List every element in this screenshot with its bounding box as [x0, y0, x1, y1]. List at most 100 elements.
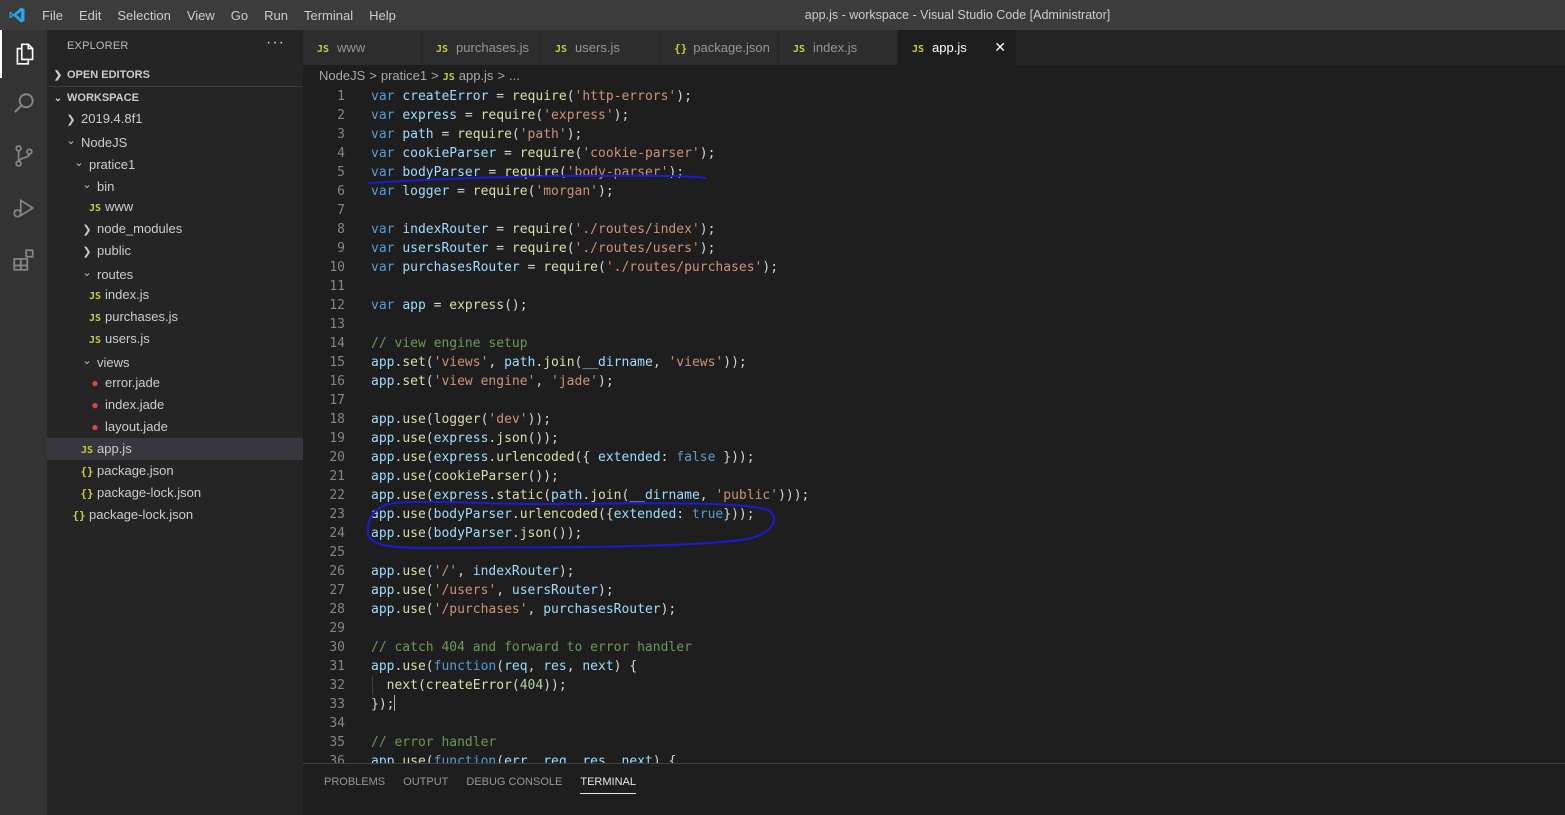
code-token: express	[402, 108, 458, 123]
tree-item[interactable]: ⌄ pratice1	[47, 152, 303, 174]
tree-item[interactable]: JS app.js	[47, 438, 303, 460]
code-line: 24 app.use(bodyParser.json());	[303, 524, 1565, 543]
window-title: app.js - workspace - Visual Studio Code …	[804, 8, 1111, 22]
tab-app-js[interactable]: JS app.js ✕	[898, 30, 1017, 65]
code-token: (	[425, 355, 434, 370]
code-token: );	[598, 374, 614, 389]
tree-item[interactable]: ❯ public	[47, 240, 303, 262]
tree-item[interactable]: {} package-lock.json	[47, 504, 303, 526]
line-number: 1	[337, 89, 345, 104]
workspace-section[interactable]: ⌄ WORKSPACE	[47, 86, 303, 109]
code-token: =	[488, 222, 512, 237]
code-token: =	[449, 184, 473, 199]
code-token: app	[371, 355, 395, 370]
open-editors-section[interactable]: ❯ OPEN EDITORS	[47, 64, 303, 86]
code-token: indexRouter	[472, 564, 559, 579]
code-token: }));	[715, 450, 755, 465]
code-token: ,	[535, 374, 552, 389]
tree-item[interactable]: {} package-lock.json	[47, 482, 303, 504]
tree-item[interactable]: ● error.jade	[47, 372, 303, 394]
close-icon[interactable]: ✕	[994, 30, 1006, 65]
tab-index-js[interactable]: JS index.js	[779, 30, 898, 65]
breadcrumb-item[interactable]: app.js	[459, 68, 494, 83]
code-text: app.use(bodyParser.urlencoded({extended:…	[371, 505, 755, 524]
code-token: require	[511, 222, 567, 237]
breadcrumb: NodeJS > pratice1 > JS app.js >...	[303, 65, 1565, 87]
code-token: );	[613, 108, 630, 123]
tree-item[interactable]: JS index.js	[47, 284, 303, 306]
panel-tab-terminal[interactable]: TERMINAL	[571, 764, 645, 798]
chevron-down-icon: ⌄	[53, 93, 63, 104]
tree-item[interactable]: ❯ 2019.4.8f1	[47, 108, 303, 130]
code-line: 28 app.use('/purchases', purchasesRouter)…	[303, 600, 1565, 619]
line-number: 18	[329, 412, 345, 427]
code-line: 27 app.use('/users', usersRouter);	[303, 581, 1565, 600]
breadcrumb-item[interactable]: pratice1	[381, 68, 427, 83]
chevron-right-icon: ❯	[66, 114, 76, 126]
code-token: ));	[723, 355, 747, 370]
code-token: (	[425, 564, 434, 579]
line-number: 29	[329, 621, 345, 636]
code-line: 4 var cookieParser = require('cookie-pars…	[303, 144, 1565, 163]
code-token: '/'	[433, 564, 458, 579]
code-token: extended	[598, 450, 661, 465]
code-token: (	[566, 222, 575, 237]
breadcrumb-item[interactable]: ...	[509, 68, 520, 83]
tab-package-json[interactable]: {} package.json	[660, 30, 779, 65]
code-token: 'view engine'	[433, 374, 536, 389]
js-file-icon: JS	[317, 44, 330, 55]
jade-file-icon: ●	[91, 420, 99, 434]
code-token: ,	[488, 355, 505, 370]
more-actions-icon[interactable]: ···	[266, 34, 285, 52]
activity-source-control[interactable]	[0, 132, 47, 180]
breadcrumb-item[interactable]: NodeJS	[319, 68, 365, 83]
tree-item[interactable]: JS purchases.js	[47, 306, 303, 328]
tab-users-js[interactable]: JS users.js	[541, 30, 660, 65]
activity-extensions[interactable]	[0, 236, 47, 284]
activity-explorer[interactable]	[0, 30, 47, 78]
line-number: 22	[329, 488, 345, 503]
code-token: function	[433, 659, 497, 674]
code-token: cookieParser	[402, 146, 497, 161]
chevron-down-icon: ⌄	[82, 267, 92, 279]
tree-item[interactable]: ⌄ bin	[47, 174, 303, 196]
tree-item[interactable]: {} package.json	[47, 460, 303, 482]
code-line: 20 app.use(express.urlencoded({ extended:…	[303, 448, 1565, 467]
code-token: =	[496, 146, 520, 161]
tree-item[interactable]: JS users.js	[47, 328, 303, 350]
line-number: 4	[337, 146, 345, 161]
code-token: (	[425, 507, 434, 522]
code-token: bodyParser	[433, 526, 512, 541]
code-token: (	[496, 659, 505, 674]
tree-item[interactable]: ⌄ NodeJS	[47, 130, 303, 152]
tree-item[interactable]: ❯ node_modules	[47, 218, 303, 240]
code-editor[interactable]: 1 var createError = require('http-errors'…	[303, 87, 1565, 763]
activity-search[interactable]	[0, 80, 47, 128]
tree-item[interactable]: ● layout.jade	[47, 416, 303, 438]
tree-item[interactable]: ● index.jade	[47, 394, 303, 416]
tree-item[interactable]: ⌄ views	[47, 350, 303, 372]
code-token: ,	[699, 488, 716, 503]
code-token: 'dev'	[488, 412, 528, 427]
panel-tab-debug-console[interactable]: DEBUG CONSOLE	[457, 764, 571, 798]
tab-purchases-js[interactable]: JS purchases.js	[422, 30, 541, 65]
js-file-icon: JS	[442, 72, 455, 83]
tree-item-label: package-lock.json	[89, 507, 194, 522]
code-token: var	[371, 165, 403, 180]
activity-run-debug[interactable]	[0, 184, 47, 232]
tree-item[interactable]: JS www	[47, 196, 303, 218]
panel-tab-problems[interactable]: PROBLEMS	[315, 764, 394, 798]
line-number: 6	[337, 184, 345, 199]
line-number: 11	[329, 279, 345, 294]
panel-tab-output[interactable]: OUTPUT	[394, 764, 457, 798]
code-token: var	[371, 184, 403, 199]
code-token: use	[402, 583, 426, 598]
line-number: 28	[329, 602, 345, 617]
tree-item[interactable]: ⌄ routes	[47, 262, 303, 284]
code-token: express	[433, 488, 489, 503]
tab-www[interactable]: JS www	[303, 30, 422, 65]
code-token: next	[582, 659, 614, 674]
tab-label: package.json	[693, 40, 770, 55]
code-token: );	[699, 241, 716, 256]
code-token: =	[480, 165, 505, 180]
